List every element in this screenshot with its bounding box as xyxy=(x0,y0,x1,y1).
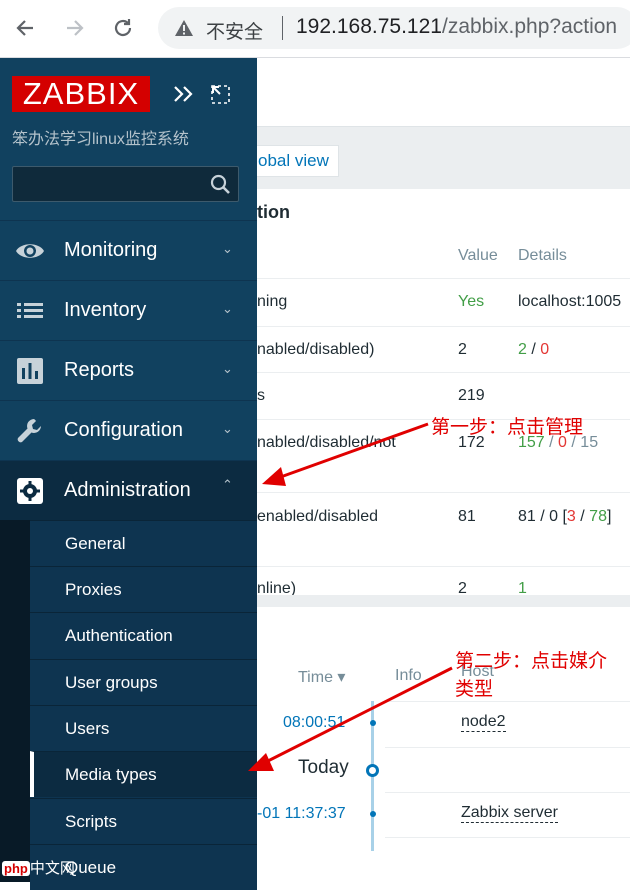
annotation-step2: 第二步：点击媒介 xyxy=(455,650,608,672)
watermark: php 中文网 xyxy=(2,857,75,878)
annotation-arrows xyxy=(248,422,453,771)
arrowhead-step2 xyxy=(248,753,274,771)
arrow-step1 xyxy=(274,422,429,481)
arrow-step2 xyxy=(261,666,453,766)
annotation-step1: 第一步：点击管理 xyxy=(431,416,584,438)
watermark-badge: php xyxy=(2,861,30,876)
arrowhead-step1 xyxy=(262,467,286,486)
watermark-text: 中文网 xyxy=(29,860,75,877)
annotation-step2-line2: 类型 xyxy=(455,678,494,700)
